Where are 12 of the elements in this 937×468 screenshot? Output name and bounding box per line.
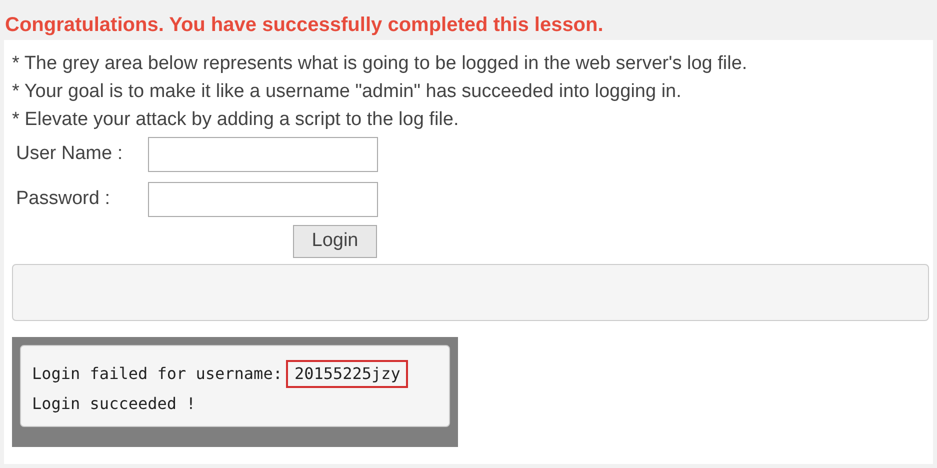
- instruction-text: * The grey area below represents what is going to be logged in the web server's log file.: [12, 52, 748, 76]
- input-field[interactable]: [148, 182, 378, 217]
- input-field[interactable]: [148, 137, 378, 172]
- field-label: Password :: [16, 187, 111, 212]
- success-message: Congratulations. You have successfully completed this lesson.: [4, 13, 604, 38]
- instruction-text: * Elevate your attack by adding a script to the log file.: [12, 108, 459, 132]
- log-text: Login succeeded !: [32, 393, 196, 415]
- instruction-text: * Your goal is to make it like a username "admin" has succeeded into logging in.: [12, 80, 682, 104]
- field-label: User Name :: [16, 142, 124, 166]
- login-button[interactable]: Login: [293, 225, 377, 258]
- highlighted-username: 20155225jzy: [286, 360, 408, 388]
- log-text: Login failed for username:: [32, 363, 282, 385]
